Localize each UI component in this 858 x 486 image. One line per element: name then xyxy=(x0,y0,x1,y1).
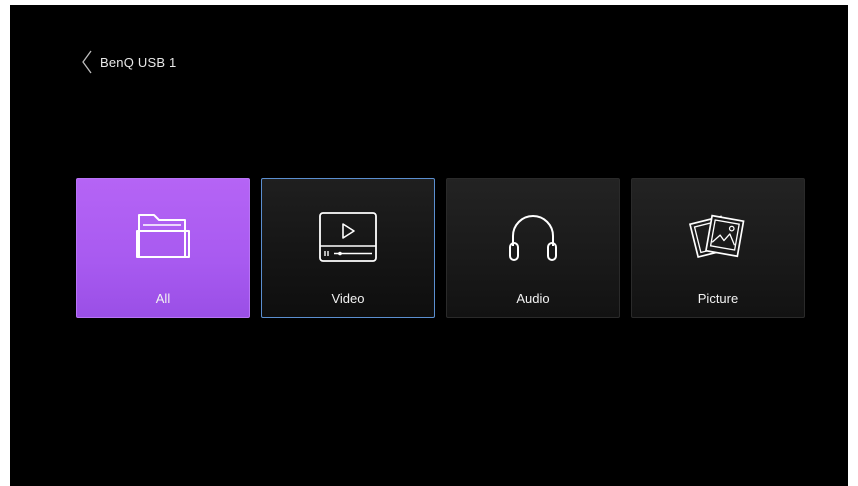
tile-label-audio: Audio xyxy=(516,291,550,306)
pictures-icon xyxy=(688,207,748,267)
header: BenQ USB 1 xyxy=(80,47,176,77)
tile-label-all: All xyxy=(155,291,171,306)
category-tiles: All Video Audio Picture xyxy=(76,178,805,318)
tile-video[interactable]: Video xyxy=(261,178,435,318)
tile-audio[interactable]: Audio xyxy=(446,178,620,318)
video-player-icon xyxy=(318,207,378,267)
tile-label-picture: Picture xyxy=(697,291,739,306)
headphones-icon xyxy=(503,207,563,267)
folder-icon xyxy=(133,207,193,267)
media-browser-screen: BenQ USB 1 All Video Audio Picture xyxy=(10,5,848,486)
tile-label-video: Video xyxy=(331,291,365,306)
tile-all[interactable]: All xyxy=(76,178,250,318)
chevron-left-icon[interactable] xyxy=(80,47,94,77)
source-title: BenQ USB 1 xyxy=(100,54,177,70)
tile-picture[interactable]: Picture xyxy=(631,178,805,318)
